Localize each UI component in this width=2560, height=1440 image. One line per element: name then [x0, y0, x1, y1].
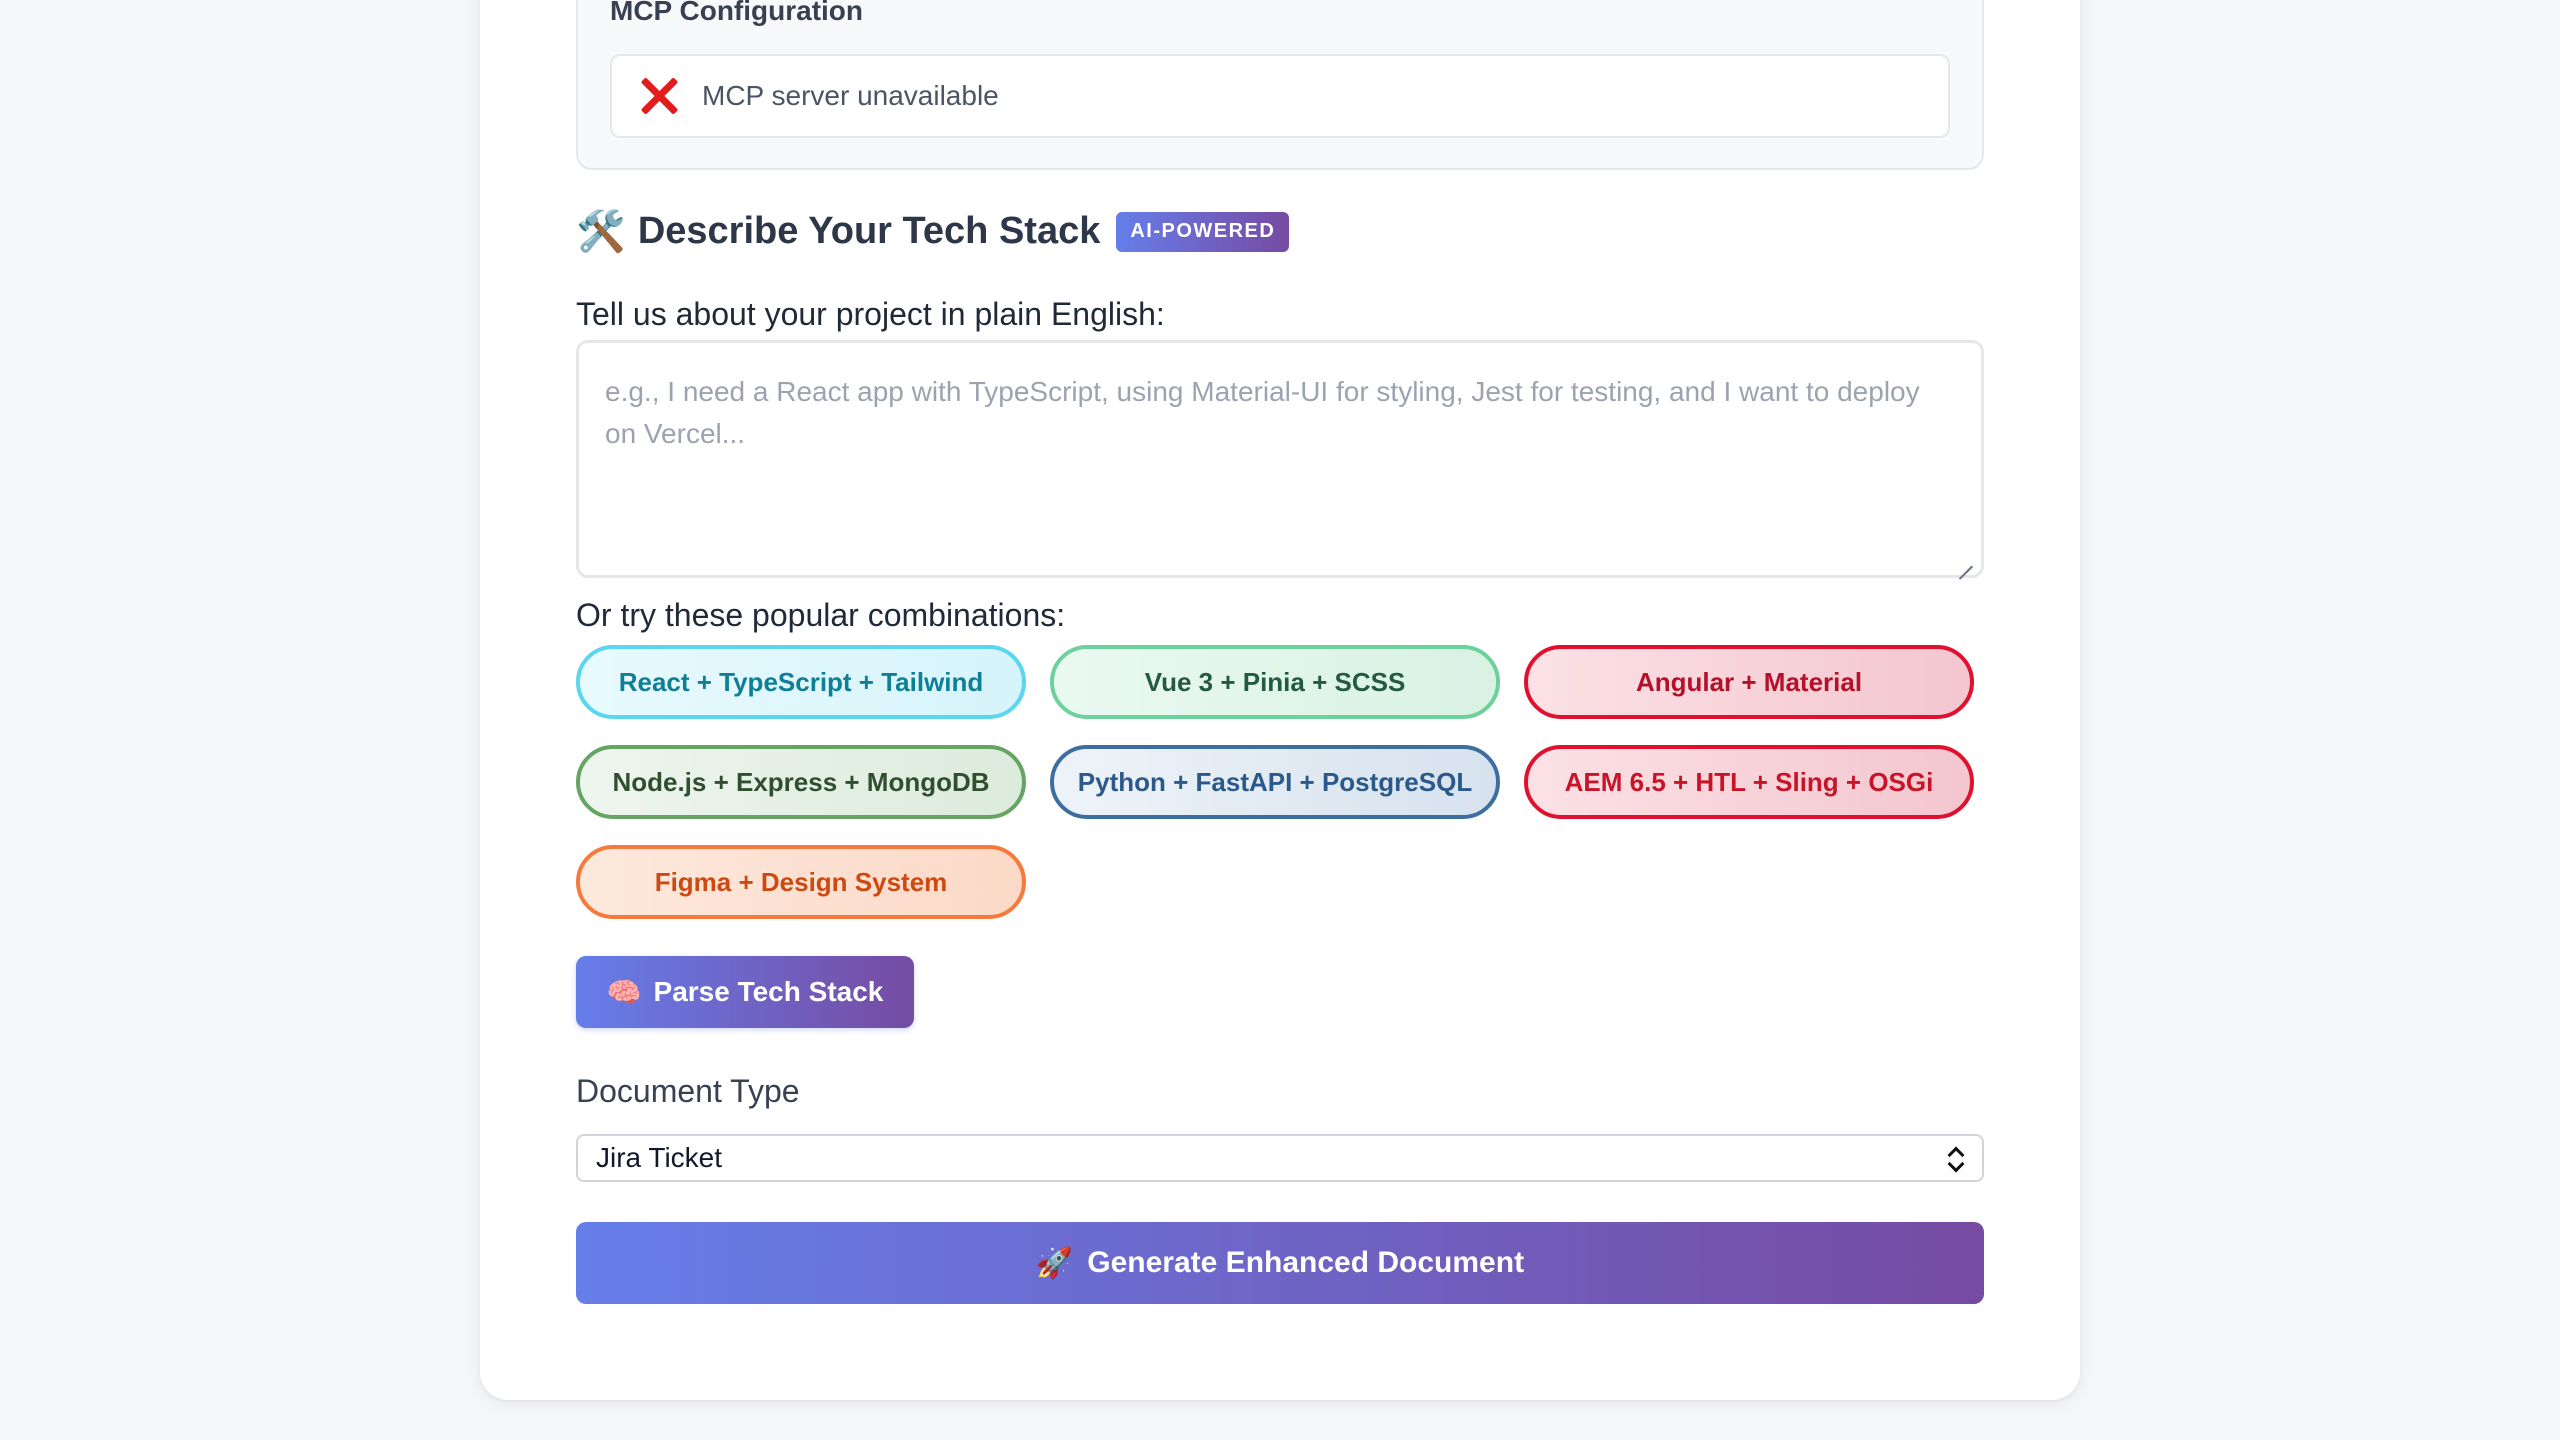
parse-tech-stack-button[interactable]: 🧠 Parse Tech Stack — [576, 956, 914, 1028]
generate-document-button[interactable]: 🚀 Generate Enhanced Document — [576, 1222, 1984, 1304]
combo-chip-angular[interactable]: Angular + Material — [1524, 645, 1974, 719]
combo-chip-python[interactable]: Python + FastAPI + PostgreSQL — [1050, 745, 1500, 819]
combo-chip-aem[interactable]: AEM 6.5 + HTL + Sling + OSGi — [1524, 745, 1974, 819]
combo-chip-node[interactable]: Node.js + Express + MongoDB — [576, 745, 1026, 819]
generate-button-label: Generate Enhanced Document — [1087, 1246, 1525, 1279]
combo-chip-vue[interactable]: Vue 3 + Pinia + SCSS — [1050, 645, 1500, 719]
resize-handle-icon[interactable] — [1959, 553, 1973, 567]
document-type-value: Jira Ticket — [596, 1142, 723, 1173]
project-description-label: Tell us about your project in plain Engl… — [576, 296, 1165, 332]
combo-chip-figma[interactable]: Figma + Design System — [576, 845, 1026, 919]
tech-stack-header: 🛠️ Describe Your Tech Stack AI-POWERED — [576, 209, 1290, 254]
document-type-label: Document Type — [576, 1073, 800, 1109]
document-type-select[interactable]: Jira Ticket — [576, 1134, 1984, 1182]
chevron-updown-icon — [1946, 1144, 1964, 1174]
parse-button-label: Parse Tech Stack — [653, 976, 884, 1007]
tech-stack-textarea[interactable]: e.g., I need a React app with TypeScript… — [576, 340, 1984, 578]
combo-chip-react[interactable]: React + TypeScript + Tailwind — [576, 645, 1026, 719]
tools-icon: 🛠️ — [576, 209, 626, 254]
combinations-label: Or try these popular combinations: — [576, 597, 1066, 633]
rocket-icon: 🚀 — [1035, 1246, 1074, 1280]
textarea-placeholder: e.g., I need a React app with TypeScript… — [605, 376, 1920, 449]
section-title: Describe Your Tech Stack — [637, 210, 1101, 252]
ai-powered-badge: AI-POWERED — [1116, 211, 1290, 252]
mcp-status-text: MCP server unavailable — [702, 80, 999, 111]
brain-icon: 🧠 — [606, 976, 642, 1008]
mcp-config-title: MCP Configuration — [610, 0, 864, 26]
mcp-status-box: MCP server unavailable — [610, 54, 1950, 138]
error-x-icon — [638, 75, 680, 117]
